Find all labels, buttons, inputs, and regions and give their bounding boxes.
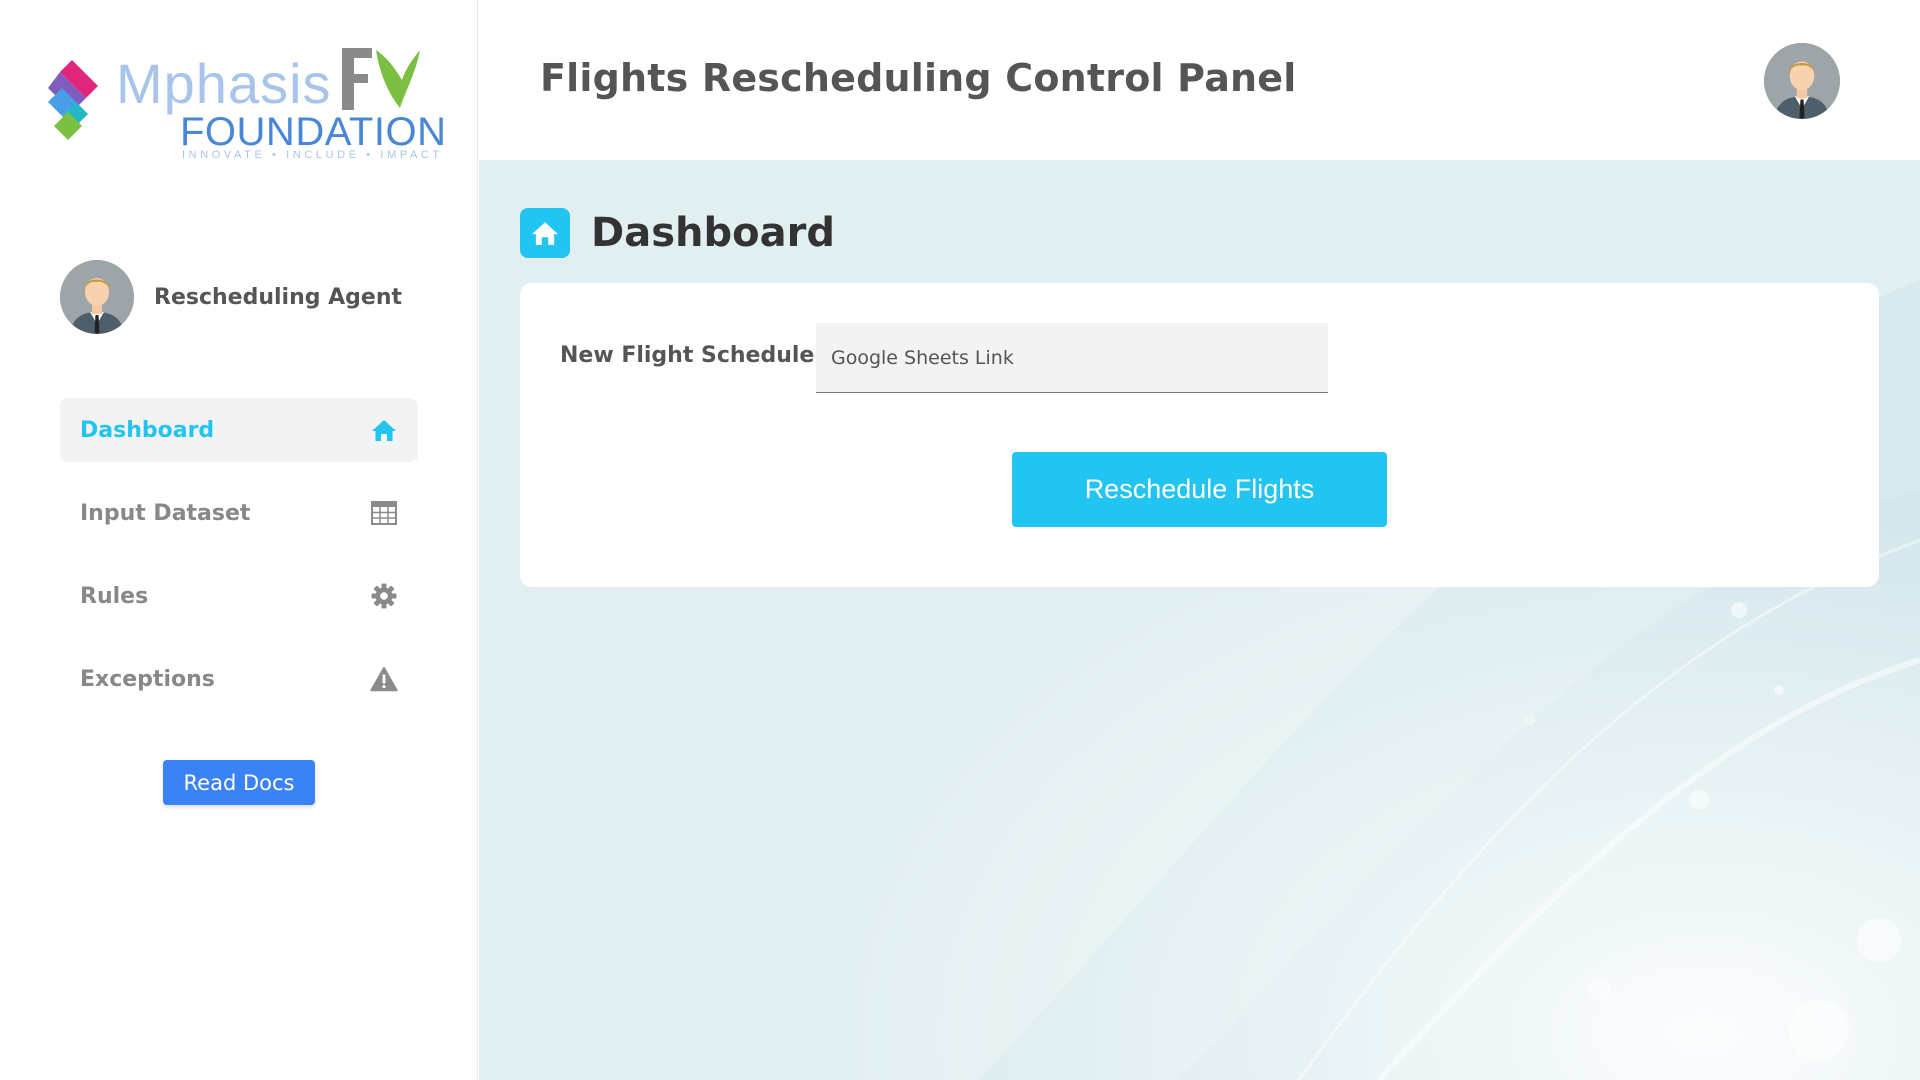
- brand-logo[interactable]: Mphasis FOUNDATION INNOVATE • INCLUDE • …: [42, 46, 446, 166]
- sidebar-nav: Dashboard Input Dataset Rules Exceptions: [60, 398, 418, 730]
- logo-mark-icon: [48, 60, 98, 140]
- sidebar-item-label: Rules: [80, 583, 149, 609]
- brand-tagline: INNOVATE • INCLUDE • IMPACT: [182, 149, 443, 161]
- section-header: Dashboard: [520, 208, 835, 258]
- schedule-field-label: New Flight Schedule: [560, 343, 815, 368]
- top-header: Flights Rescheduling Control Panel: [479, 0, 1920, 160]
- warning-icon: [370, 665, 398, 693]
- google-sheets-link-input[interactable]: [816, 323, 1328, 393]
- user-avatar[interactable]: [1764, 43, 1840, 119]
- sidebar-item-rules[interactable]: Rules: [60, 564, 418, 628]
- brand-subtitle: FOUNDATION: [180, 110, 447, 154]
- home-icon: [520, 208, 570, 258]
- reschedule-flights-button[interactable]: Reschedule Flights: [1012, 452, 1387, 527]
- avatar-person-icon: [1764, 43, 1840, 119]
- page-title: Flights Rescheduling Control Panel: [540, 56, 1297, 100]
- avatar-person-icon: [60, 260, 134, 334]
- sidebar-item-label: Dashboard: [80, 417, 215, 443]
- profile-name: Rescheduling Agent: [154, 284, 403, 310]
- user-profile: Rescheduling Agent: [60, 260, 402, 334]
- table-icon: [370, 499, 398, 527]
- gear-icon: [370, 582, 398, 610]
- sidebar: Mphasis FOUNDATION INNOVATE • INCLUDE • …: [0, 0, 478, 1080]
- brand-name: Mphasis: [116, 52, 332, 115]
- sidebar-item-dashboard[interactable]: Dashboard: [60, 398, 418, 462]
- sidebar-item-input-dataset[interactable]: Input Dataset: [60, 481, 418, 545]
- home-icon: [370, 416, 398, 444]
- main-content: Dashboard New Flight Schedule Reschedule…: [479, 160, 1920, 1080]
- foundation-emblem-icon: [342, 48, 420, 110]
- avatar[interactable]: [60, 260, 134, 334]
- sidebar-item-label: Input Dataset: [80, 500, 251, 526]
- schedule-form-card: New Flight Schedule Reschedule Flights: [520, 283, 1879, 587]
- read-docs-button[interactable]: Read Docs: [163, 760, 315, 805]
- sidebar-item-label: Exceptions: [80, 666, 215, 692]
- section-title: Dashboard: [591, 210, 835, 256]
- sidebar-item-exceptions[interactable]: Exceptions: [60, 647, 418, 711]
